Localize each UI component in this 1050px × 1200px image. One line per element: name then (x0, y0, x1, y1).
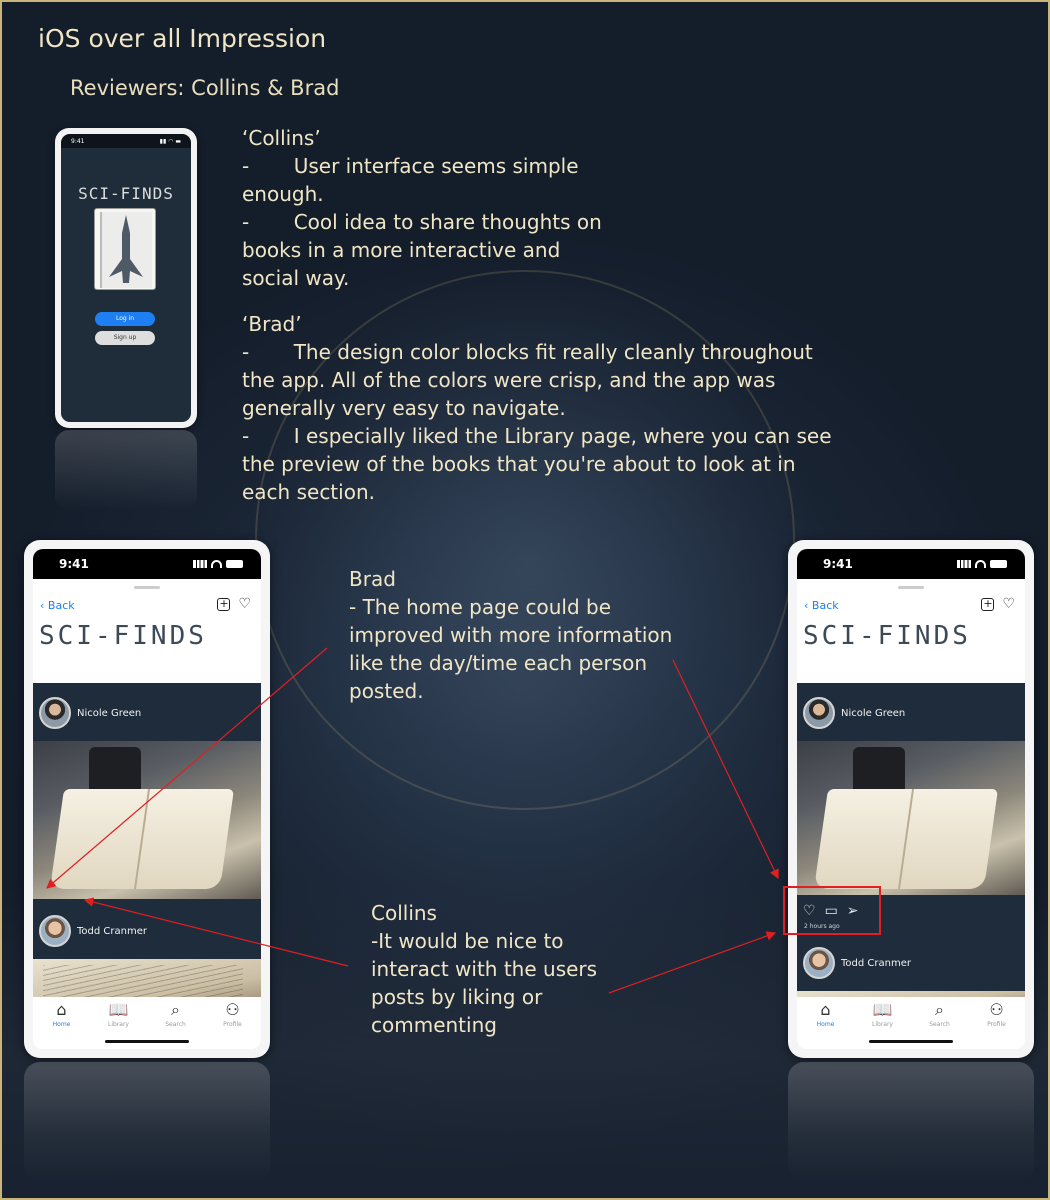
home-screen-mockup-right: 9:41 ‹ Back + ♡ SCI-FINDS Nicole Green ♡… (788, 540, 1034, 1058)
book-icon: 📖 (108, 1000, 129, 1019)
back-label: Back (811, 599, 839, 612)
status-icons: ▮▮ ◠ ▬ (159, 137, 181, 145)
back-label: Back (47, 599, 75, 612)
add-square-icon[interactable]: + (981, 598, 995, 611)
back-button[interactable]: ‹ Back (804, 599, 839, 612)
avatar[interactable] (803, 947, 835, 979)
status-bar: 9:41 (797, 549, 1025, 579)
nav-bar: ‹ Back + ♡ (797, 597, 1025, 617)
home-screen: 9:41 ‹ Back + ♡ SCI-FINDS Nicole Green ♡… (797, 549, 1025, 1049)
login-button[interactable]: Log in (95, 312, 155, 326)
brad-point-1: - The design color blocks fit really cle… (242, 340, 813, 420)
signal-icon (957, 560, 971, 568)
nav-bar: ‹ Back + ♡ (33, 597, 261, 617)
brand-title: SCI-FINDS (39, 621, 207, 651)
signup-button[interactable]: Sign up (95, 331, 155, 345)
post-username[interactable]: Nicole Green (77, 708, 141, 719)
status-bar: 9:41 ▮▮ ◠ ▬ (61, 134, 191, 148)
back-chevron-icon: ‹ (40, 599, 48, 612)
wifi-icon (211, 560, 222, 568)
home-icon: ⌂ (56, 1000, 67, 1019)
highlight-box (783, 886, 881, 935)
back-chevron-icon: ‹ (804, 599, 812, 612)
tab-label: Home (52, 1021, 71, 1028)
add-square-icon[interactable]: + (217, 598, 231, 611)
tab-profile[interactable]: ⚇ Profile (975, 1001, 1019, 1049)
tab-label: Home (816, 1021, 835, 1028)
status-time: 9:41 (59, 557, 89, 571)
post-username[interactable]: Nicole Green (841, 708, 905, 719)
slide-title: iOS over all Impression (38, 24, 327, 53)
people-icon: ⚇ (989, 1000, 1004, 1019)
status-time: 9:41 (823, 557, 853, 571)
book-logo-icon (94, 208, 156, 290)
slide-reviewers: Reviewers: Collins & Brad (70, 76, 340, 100)
tab-label: Library (108, 1021, 129, 1028)
open-book-shape (49, 789, 235, 889)
post-header[interactable]: Nicole Green (39, 697, 141, 729)
phone-reflection (24, 1062, 270, 1182)
collins-callout: Collins -It would be nice to interact wi… (371, 901, 598, 1037)
home-icon: ⌂ (820, 1000, 831, 1019)
search-icon: ⌕ (935, 1000, 944, 1019)
tab-label: Search (165, 1021, 186, 1028)
wifi-icon (975, 560, 986, 568)
collins-point-1: - User interface seems simple enough. (242, 154, 579, 206)
tab-label: Profile (223, 1021, 242, 1028)
tab-label: Search (929, 1021, 950, 1028)
post-username[interactable]: Todd Cranmer (77, 926, 147, 937)
tab-label: Library (872, 1021, 893, 1028)
avatar[interactable] (39, 915, 71, 947)
battery-icon (226, 560, 243, 568)
avatar[interactable] (39, 697, 71, 729)
app-logo-text: SCI-FINDS (78, 184, 174, 203)
login-screen: 9:41 ▮▮ ◠ ▬ SCI-FINDS Log in Sign up (61, 134, 191, 422)
brand-title: SCI-FINDS (803, 621, 971, 651)
book-icon: 📖 (872, 1000, 893, 1019)
post-header[interactable]: Nicole Green (803, 697, 905, 729)
search-icon: ⌕ (171, 1000, 180, 1019)
status-bar: 9:41 (33, 549, 261, 579)
home-screen-mockup-left: 9:41 ‹ Back + ♡ SCI-FINDS Nicole Green T… (24, 540, 270, 1058)
feed: Nicole Green Todd Cranmer (33, 683, 261, 1015)
post-header[interactable]: Todd Cranmer (803, 947, 911, 979)
status-time: 9:41 (71, 137, 85, 145)
brad-callout: Brad - The home page could be improved w… (349, 567, 673, 703)
open-book-shape (813, 789, 999, 889)
post-photo[interactable] (33, 741, 261, 899)
collins-point-2: - Cool idea to share thoughts on books i… (242, 210, 602, 290)
tab-home[interactable]: ⌂ Home (804, 1001, 848, 1049)
post-username[interactable]: Todd Cranmer (841, 958, 911, 969)
avatar[interactable] (803, 697, 835, 729)
back-button[interactable]: ‹ Back (40, 599, 75, 612)
battery-icon (990, 560, 1007, 568)
heart-icon[interactable]: ♡ (1002, 597, 1015, 611)
people-icon: ⚇ (225, 1000, 240, 1019)
home-indicator (105, 1040, 189, 1043)
brad-name: ‘Brad’ (242, 312, 302, 336)
tab-label: Profile (987, 1021, 1006, 1028)
signal-icon (193, 560, 207, 568)
feed: Nicole Green ♡ ▭ ➢ 2 hours ago Todd Cran… (797, 683, 1025, 1015)
phone-reflection (788, 1062, 1034, 1182)
collins-feedback: ‘Collins’ - User interface seems simple … (242, 124, 842, 292)
collins-name: ‘Collins’ (242, 126, 321, 150)
home-screen: 9:41 ‹ Back + ♡ SCI-FINDS Nicole Green T… (33, 549, 261, 1049)
tab-home[interactable]: ⌂ Home (40, 1001, 84, 1049)
rocket-icon (109, 215, 143, 283)
login-screen-mockup: 9:41 ▮▮ ◠ ▬ SCI-FINDS Log in Sign up (55, 128, 197, 428)
phone-reflection (55, 430, 197, 510)
post-photo[interactable] (797, 741, 1025, 895)
home-indicator (869, 1040, 953, 1043)
brad-feedback: ‘Brad’ - The design color blocks fit rea… (242, 310, 842, 506)
sheet-grabber[interactable] (898, 586, 924, 589)
post-header[interactable]: Todd Cranmer (39, 915, 147, 947)
heart-icon[interactable]: ♡ (238, 597, 251, 611)
sheet-grabber[interactable] (134, 586, 160, 589)
tab-profile[interactable]: ⚇ Profile (211, 1001, 255, 1049)
brad-point-2: - I especially liked the Library page, w… (242, 424, 832, 504)
